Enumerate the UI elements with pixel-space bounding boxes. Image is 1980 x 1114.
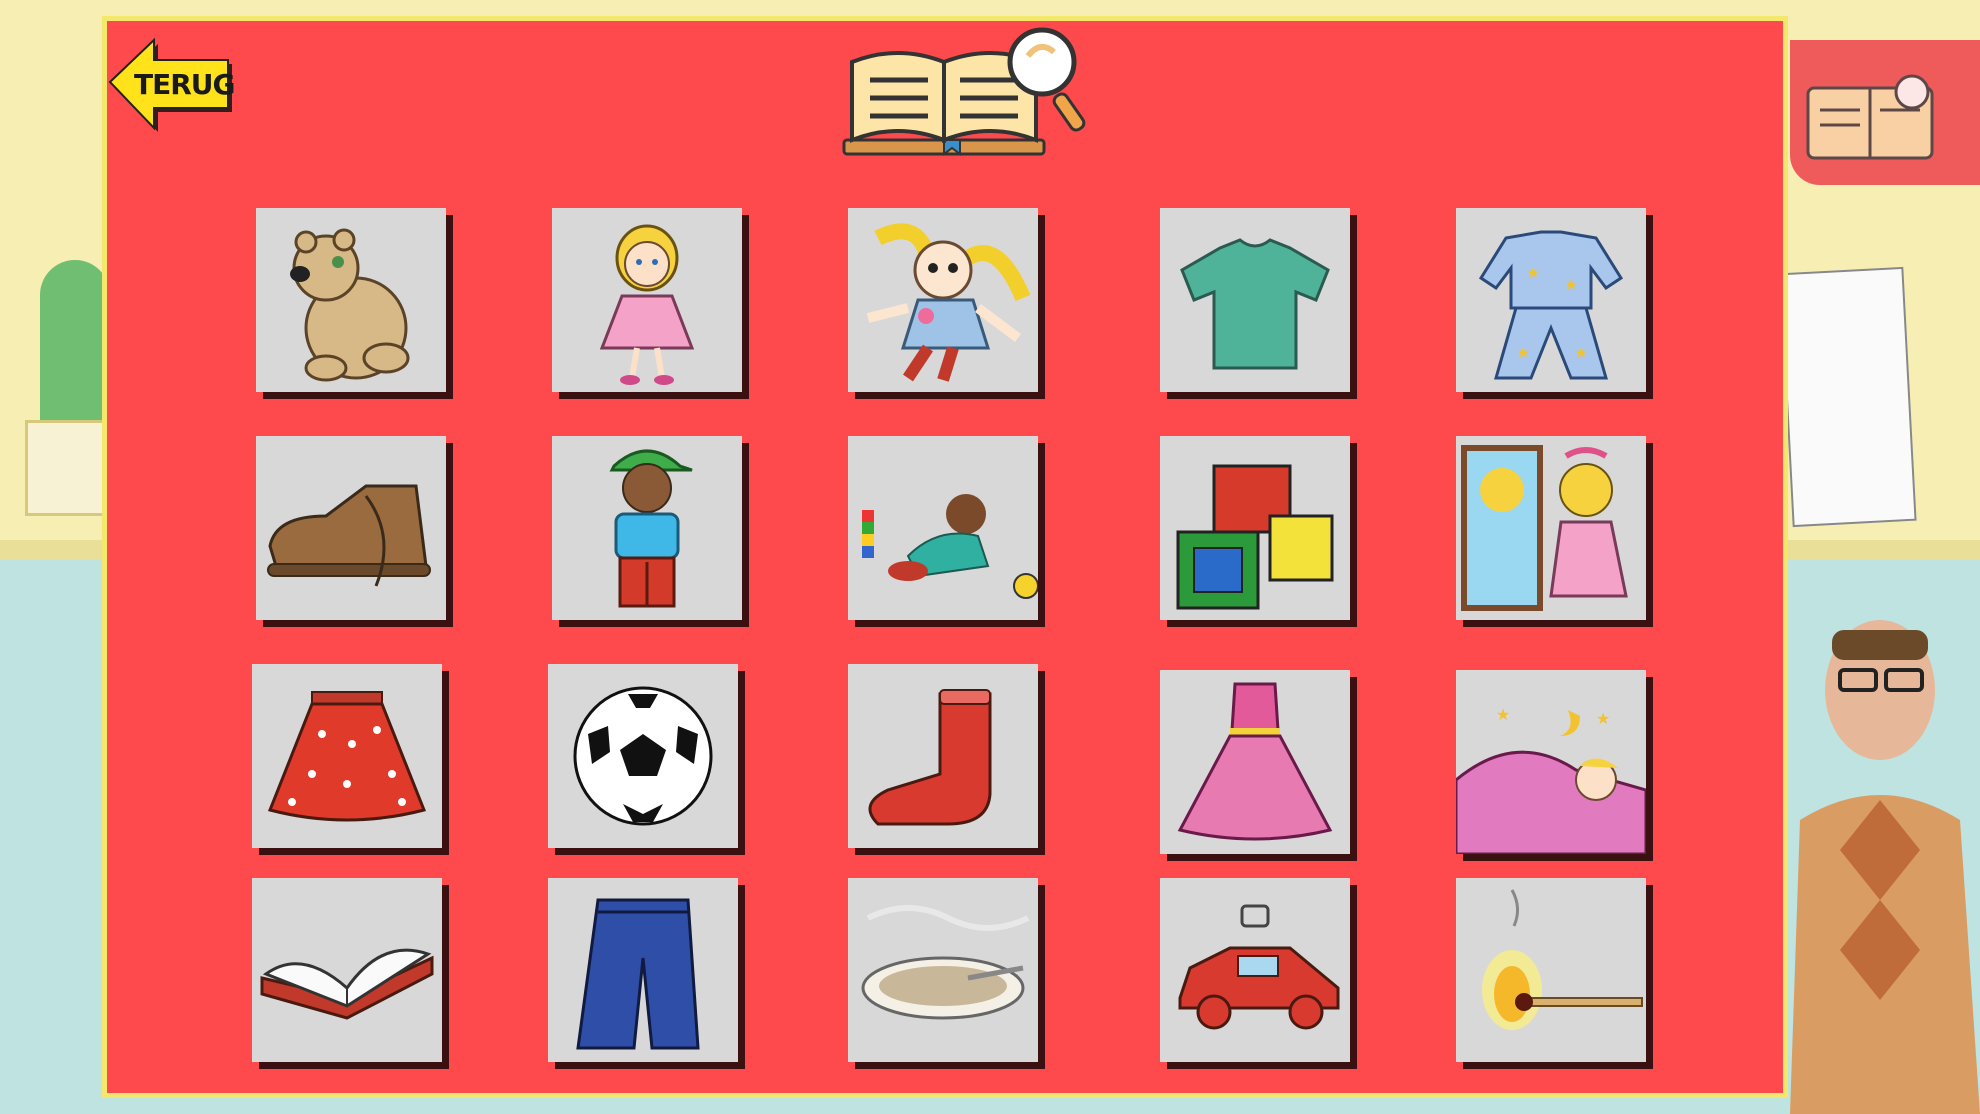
open-book-icon — [260, 948, 434, 1020]
sock-icon — [868, 689, 992, 826]
picture-tile-open-book[interactable] — [252, 878, 442, 1062]
picture-tile-pajamas[interactable]: ★ ★ ★ ★ — [1456, 208, 1646, 392]
svg-text:★: ★ — [1516, 345, 1530, 362]
picture-tile-rag-doll[interactable] — [848, 208, 1038, 392]
picture-tile-soccer-ball[interactable] — [548, 664, 738, 848]
back-button[interactable]: TERUG — [104, 32, 236, 138]
picture-tile-teddy-bear[interactable] — [256, 208, 446, 392]
picture-tile-boy-playing-blocks[interactable] — [848, 436, 1038, 620]
picture-tile-girl-sleeping[interactable]: ★ ★ — [1456, 670, 1646, 854]
picture-tile-toy-blocks[interactable] — [1160, 436, 1350, 620]
jeans-icon — [576, 898, 700, 1050]
presenter-figure — [1790, 620, 1980, 1114]
boy-playing-blocks-icon — [862, 494, 1038, 599]
picture-tile-polka-dot-skirt[interactable] — [252, 664, 442, 848]
svg-text:★: ★ — [1526, 265, 1540, 282]
picture-tile-sock[interactable] — [848, 664, 1038, 848]
picture-tile-boy-green-cap[interactable] — [552, 436, 742, 620]
svg-text:★: ★ — [1496, 707, 1510, 724]
picture-tile-pink-gown[interactable] — [1160, 670, 1350, 854]
side-book-icon — [1806, 74, 1934, 160]
polka-dot-skirt-icon — [267, 691, 427, 822]
picture-tile-toy-car[interactable] — [1160, 878, 1350, 1062]
teddy-bear-icon — [290, 228, 410, 382]
toy-blocks-icon — [1176, 464, 1334, 610]
boy-green-cap-icon — [609, 449, 693, 608]
picture-tile-girl-pink-dress[interactable] — [552, 208, 742, 392]
back-button-label: TERUG — [134, 68, 236, 101]
svg-text:★: ★ — [1596, 711, 1610, 728]
burning-match-icon — [1482, 889, 1643, 1030]
book-magnifier-icon — [842, 27, 1086, 156]
t-shirt-icon — [1180, 238, 1330, 370]
toy-car-icon — [1178, 904, 1340, 1030]
picture-tile-t-shirt[interactable] — [1160, 208, 1350, 392]
girl-sleeping-icon: ★ ★ — [1456, 707, 1646, 854]
picture-tile-porridge-bowl[interactable] — [848, 878, 1038, 1062]
svg-text:★: ★ — [1574, 345, 1588, 362]
pink-gown-icon — [1177, 682, 1333, 841]
picture-tile-burning-match[interactable] — [1456, 878, 1646, 1062]
shoe-icon — [267, 484, 431, 587]
girl-pink-dress-icon — [599, 224, 695, 385]
pajamas-icon: ★ ★ ★ ★ — [1478, 230, 1624, 380]
porridge-bowl-icon — [861, 905, 1030, 1020]
paper-decoration — [1779, 266, 1917, 528]
girl-mirror-icon — [1461, 445, 1628, 611]
picture-tile-girl-mirror[interactable] — [1456, 436, 1646, 620]
svg-text:★: ★ — [1564, 277, 1578, 294]
plant-decoration — [40, 260, 110, 440]
picture-frame-decoration — [25, 420, 111, 516]
soccer-ball-icon — [573, 686, 713, 826]
picture-tile-jeans[interactable] — [548, 878, 738, 1062]
picture-tile-shoe[interactable] — [256, 436, 446, 620]
rag-doll-icon — [866, 223, 1031, 382]
